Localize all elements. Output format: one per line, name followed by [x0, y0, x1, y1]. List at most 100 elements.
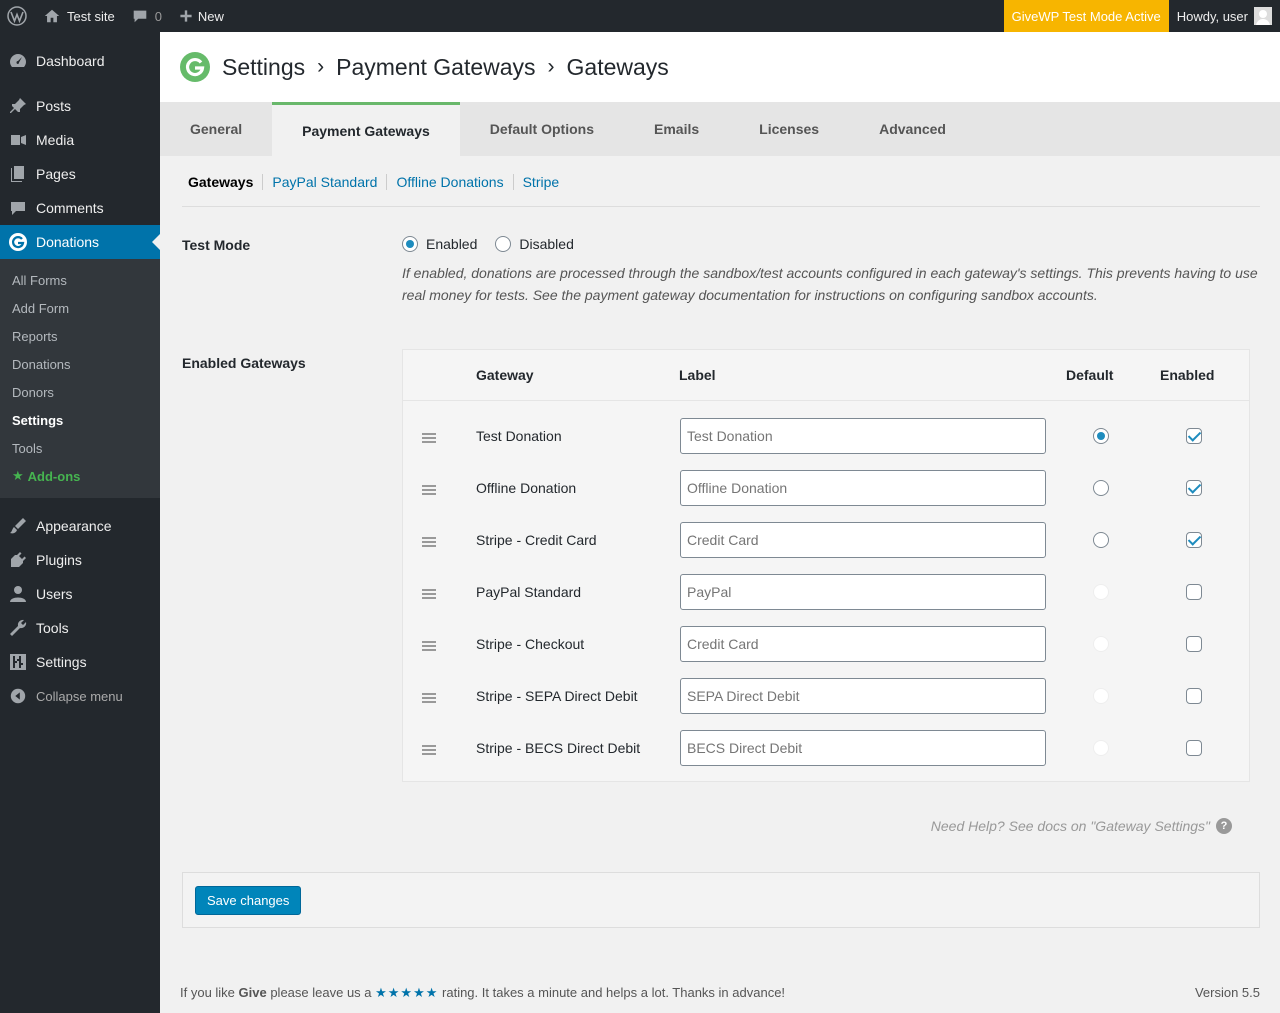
user-icon: [8, 584, 28, 604]
save-changes-button[interactable]: Save changes: [195, 886, 302, 915]
drag-handle-icon[interactable]: [422, 485, 436, 495]
subnav-gateways[interactable]: Gateways: [188, 174, 253, 190]
submenu-donors[interactable]: Donors: [0, 378, 160, 406]
tab-general[interactable]: General: [160, 102, 272, 156]
default-gateway-radio[interactable]: [1093, 532, 1109, 548]
test-mode-disabled-radio[interactable]: [495, 236, 512, 252]
sidebar-item-comments[interactable]: Comments: [0, 191, 160, 225]
sidebar-item-tools[interactable]: Tools: [0, 611, 160, 645]
subnav-stripe[interactable]: Stripe: [523, 174, 560, 190]
sidebar-item-settings[interactable]: Settings: [0, 645, 160, 679]
footer-brand: Give: [238, 985, 267, 1000]
account-menu[interactable]: Howdy, user: [1169, 0, 1280, 32]
table-row: Test Donation: [403, 410, 1249, 462]
sidebar-item-users[interactable]: Users: [0, 577, 160, 611]
comments-link[interactable]: 0: [123, 0, 170, 32]
gateway-enabled-checkbox[interactable]: [1186, 584, 1202, 600]
new-label: New: [197, 8, 224, 24]
gateway-label-input[interactable]: [680, 574, 1046, 610]
breadcrumb-settings: Settings: [222, 53, 306, 80]
gateway-label-input[interactable]: [680, 678, 1046, 714]
wordpress-logo-icon[interactable]: [0, 0, 35, 32]
collapse-label: Collapse menu: [36, 688, 123, 704]
table-row: Stripe - SEPA Direct Debit: [403, 670, 1249, 722]
drag-handle-icon[interactable]: [422, 693, 436, 703]
sidebar-item-media[interactable]: Media: [0, 123, 160, 157]
subnav-offline-donations[interactable]: Offline Donations: [396, 174, 503, 190]
sidebar-item-label: Plugins: [36, 552, 82, 568]
avatar: [1254, 7, 1272, 25]
drag-handle-icon[interactable]: [422, 641, 436, 651]
sliders-icon: [8, 652, 28, 672]
tab-advanced[interactable]: Advanced: [849, 102, 976, 156]
new-content-link[interactable]: New: [170, 0, 232, 32]
help-text: Need Help? See docs on "Gateway Settings…: [930, 818, 1210, 834]
gateway-enabled-checkbox[interactable]: [1186, 428, 1202, 444]
test-mode-label: Test Mode: [182, 237, 251, 253]
gateway-name: Stripe - BECS Direct Debit: [476, 740, 641, 756]
subnav-paypal-standard[interactable]: PayPal Standard: [272, 174, 377, 190]
breadcrumb-payment-gateways: Payment Gateways: [336, 53, 536, 80]
subnav-divider: [386, 174, 388, 190]
dashboard-icon: [8, 51, 28, 71]
gateways-table-header: Gateway Label Default Enabled: [403, 350, 1249, 401]
tab-emails[interactable]: Emails: [624, 102, 729, 156]
drag-handle-icon[interactable]: [422, 433, 436, 443]
drag-handle-icon[interactable]: [422, 589, 436, 599]
donations-submenu: All Forms Add Form Reports Donations Don…: [0, 259, 160, 498]
drag-handle-icon[interactable]: [422, 745, 436, 755]
test-mode-notice[interactable]: GiveWP Test Mode Active: [1003, 0, 1169, 32]
default-gateway-radio[interactable]: [1093, 428, 1109, 444]
column-default: Default: [1066, 367, 1114, 383]
sidebar-item-plugins[interactable]: Plugins: [0, 543, 160, 577]
gateway-label-input[interactable]: [680, 418, 1046, 454]
table-row: Stripe - Credit Card: [403, 514, 1249, 566]
tab-licenses[interactable]: Licenses: [729, 102, 849, 156]
default-gateway-radio: [1093, 636, 1109, 652]
tab-payment-gateways[interactable]: Payment Gateways: [272, 102, 460, 156]
gateway-enabled-checkbox[interactable]: [1186, 532, 1202, 548]
sidebar-item-donations[interactable]: Donations: [0, 225, 160, 259]
gateway-enabled-checkbox[interactable]: [1186, 688, 1202, 704]
submenu-reports[interactable]: Reports: [0, 322, 160, 350]
sidebar-item-dashboard[interactable]: Dashboard: [0, 44, 160, 78]
give-icon: [8, 232, 28, 252]
help-link[interactable]: Need Help? See docs on "Gateway Settings…: [931, 818, 1232, 834]
submenu-add-form[interactable]: Add Form: [0, 294, 160, 322]
enabled-gateways-label: Enabled Gateways: [182, 355, 306, 371]
sidebar-item-appearance[interactable]: Appearance: [0, 509, 160, 543]
submenu-all-forms[interactable]: All Forms: [0, 266, 160, 294]
tab-default-options[interactable]: Default Options: [460, 102, 624, 156]
home-icon: [44, 9, 60, 23]
save-box: Save changes: [182, 872, 1260, 928]
submenu-addons[interactable]: ★ Add-ons: [0, 462, 160, 490]
star-icon: ★: [12, 468, 24, 483]
submenu-tools[interactable]: Tools: [0, 434, 160, 462]
rating-stars-link[interactable]: ★★★★★: [375, 985, 438, 1000]
gateway-enabled-checkbox[interactable]: [1186, 636, 1202, 652]
sidebar-item-posts[interactable]: Posts: [0, 89, 160, 123]
submenu-settings[interactable]: Settings: [0, 406, 160, 434]
collapse-menu-button[interactable]: Collapse menu: [0, 679, 160, 713]
sidebar-item-pages[interactable]: Pages: [0, 157, 160, 191]
submenu-addons-label: Add-ons: [27, 468, 81, 484]
drag-handle-icon[interactable]: [422, 537, 436, 547]
gateway-enabled-checkbox[interactable]: [1186, 740, 1202, 756]
gateway-label-input[interactable]: [680, 626, 1046, 662]
default-gateway-radio[interactable]: [1093, 480, 1109, 496]
gateway-label-input[interactable]: [680, 522, 1046, 558]
submenu-donations[interactable]: Donations: [0, 350, 160, 378]
sidebar-item-label: Users: [36, 586, 73, 602]
gateway-label-input[interactable]: [680, 730, 1046, 766]
test-mode-enabled-radio[interactable]: [402, 236, 418, 252]
site-name-link[interactable]: Test site: [35, 0, 123, 32]
test-mode-disabled-option[interactable]: Disabled: [495, 236, 574, 252]
comment-icon: [8, 198, 28, 218]
test-mode-enabled-option[interactable]: Enabled: [402, 236, 477, 252]
gateway-enabled-checkbox[interactable]: [1186, 480, 1202, 496]
divider: [182, 206, 1260, 207]
footer-text-mid: please leave us a: [266, 985, 376, 1000]
gateway-label-input[interactable]: [680, 470, 1046, 506]
default-gateway-radio: [1093, 688, 1109, 704]
plus-icon: [180, 10, 192, 22]
